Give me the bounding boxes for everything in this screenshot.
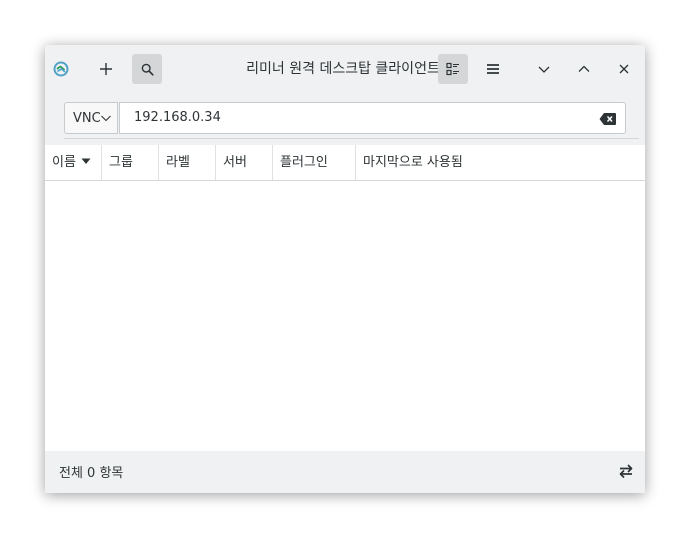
server-address-field[interactable] bbox=[119, 102, 626, 134]
protocol-select[interactable]: VNC bbox=[64, 102, 118, 134]
status-bar: 전체 0 항목 bbox=[45, 451, 645, 493]
toolbar-divider bbox=[64, 138, 639, 139]
backspace-icon bbox=[599, 113, 616, 125]
chevron-up-icon bbox=[578, 65, 590, 72]
column-label: 마지막으로 사용됨 bbox=[363, 155, 463, 170]
plus-icon bbox=[100, 63, 112, 75]
column-last-used[interactable]: 마지막으로 사용됨 bbox=[356, 145, 645, 180]
column-label: 그룹 bbox=[109, 155, 133, 170]
app-icon bbox=[46, 54, 76, 84]
list-view-icon bbox=[446, 62, 459, 76]
toggle-view-button[interactable] bbox=[617, 462, 635, 484]
close-icon bbox=[619, 64, 629, 74]
title-bar: 리미너 원격 데스크탑 클라이언트 bbox=[45, 45, 645, 93]
column-group[interactable]: 그룹 bbox=[102, 145, 159, 180]
window-title: 리미너 원격 데스크탑 클라이언트 bbox=[246, 61, 440, 77]
column-label: 라벨 bbox=[166, 155, 190, 170]
protocol-value: VNC bbox=[73, 110, 101, 126]
minimize-button[interactable] bbox=[529, 54, 559, 84]
column-label: 플러그인 bbox=[280, 155, 328, 170]
swap-arrows-icon bbox=[619, 464, 633, 479]
clear-address-button[interactable] bbox=[599, 111, 617, 130]
search-button[interactable] bbox=[132, 54, 162, 84]
view-mode-button[interactable] bbox=[438, 54, 468, 84]
column-label: 서버 bbox=[223, 155, 247, 170]
connection-list[interactable] bbox=[45, 181, 645, 451]
main-menu-button[interactable] bbox=[478, 54, 508, 84]
close-button[interactable] bbox=[609, 54, 639, 84]
main-window: 리미너 원격 데스크탑 클라이언트 VNC 192.168.0.34 이름 그룹… bbox=[45, 45, 645, 493]
hamburger-menu-icon bbox=[487, 64, 499, 74]
chevron-down-icon bbox=[101, 115, 111, 122]
column-plugin[interactable]: 플러그인 bbox=[273, 145, 356, 180]
new-connection-button[interactable] bbox=[91, 54, 121, 84]
server-address-input[interactable] bbox=[134, 110, 574, 125]
connection-list-header: 이름 그룹 라벨 서버 플러그인 마지막으로 사용됨 bbox=[45, 145, 645, 181]
chevron-down-icon bbox=[538, 66, 550, 73]
connection-count: 전체 0 항목 bbox=[59, 466, 124, 481]
sort-descending-icon bbox=[81, 144, 91, 179]
column-server[interactable]: 서버 bbox=[216, 145, 273, 180]
search-icon bbox=[141, 63, 154, 76]
column-name[interactable]: 이름 bbox=[45, 145, 102, 180]
maximize-button[interactable] bbox=[569, 54, 599, 84]
column-label: 이름 bbox=[52, 155, 76, 170]
column-label-tag[interactable]: 라벨 bbox=[159, 145, 216, 180]
